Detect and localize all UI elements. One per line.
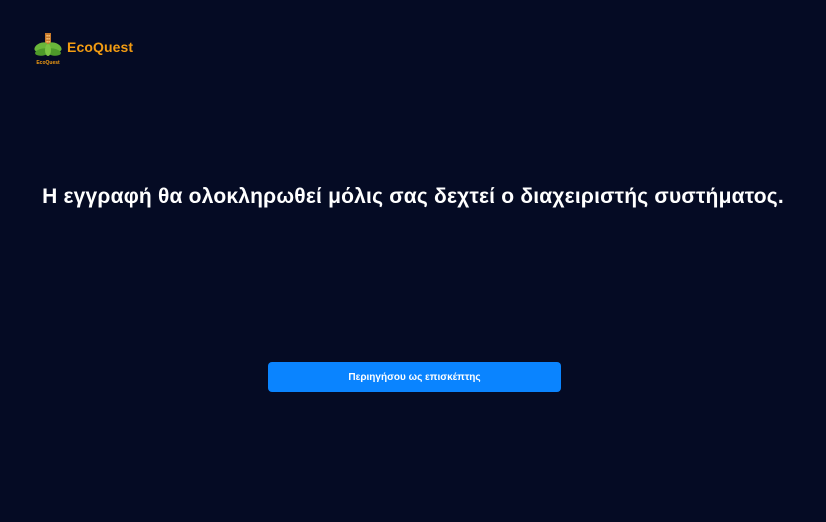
brand-name: EcoQuest	[67, 39, 134, 55]
browse-as-guest-button[interactable]: Περιηγήσου ως επισκέπτης	[268, 362, 561, 392]
logo-mark-caption: EcoQuest	[36, 60, 60, 66]
leaf-building-logo-icon: EcoQuest	[33, 30, 63, 66]
pending-approval-page: EcoQuest EcoQuest Η εγγραφή θα ολοκληρωθ…	[0, 0, 826, 522]
brand-logo: EcoQuest EcoQuest	[33, 30, 133, 66]
registration-pending-message: Η εγγραφή θα ολοκληρωθεί μόλις σας δεχτε…	[42, 185, 784, 208]
